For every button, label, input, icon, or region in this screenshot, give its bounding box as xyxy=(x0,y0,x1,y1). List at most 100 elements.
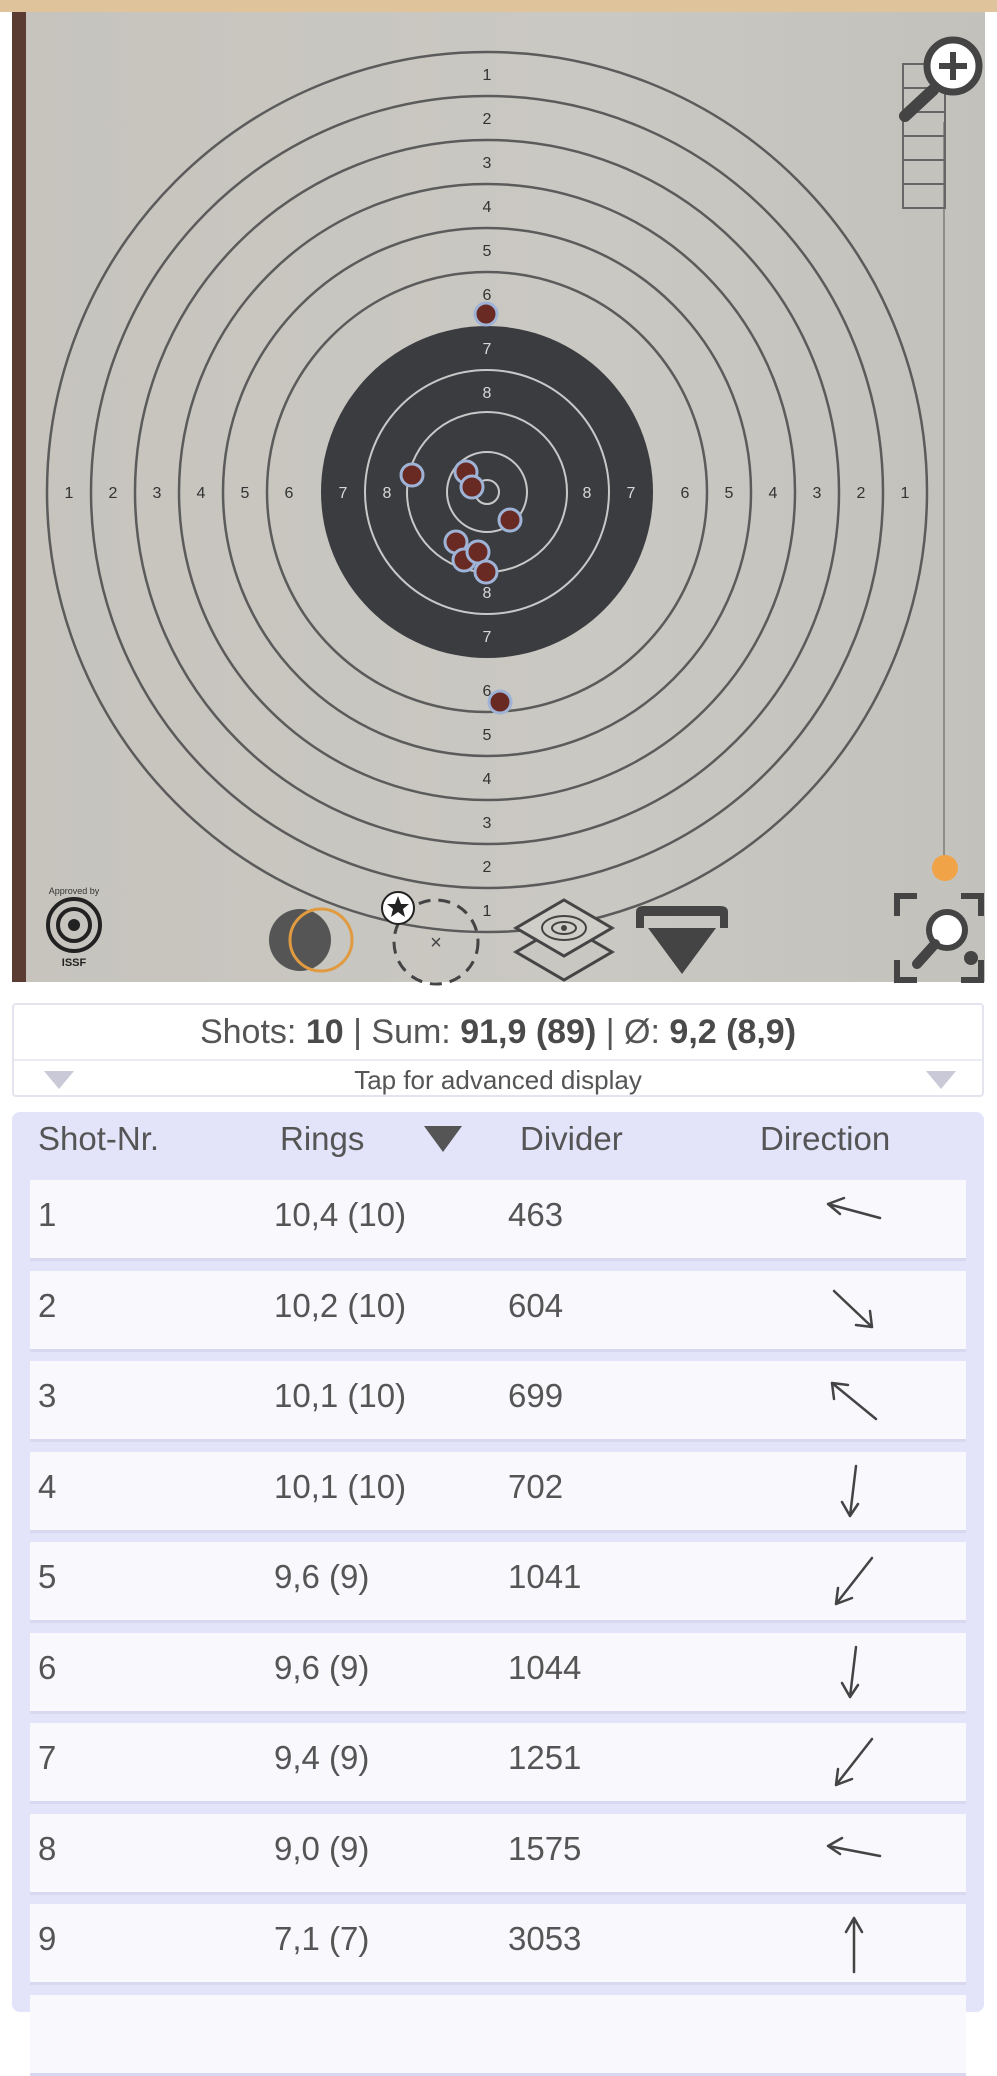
divider-cell: 604 xyxy=(508,1286,564,1324)
ring-number: 1 xyxy=(483,67,492,84)
table-row[interactable]: 1 10,4 (10) 463 xyxy=(30,1180,966,1261)
svg-text:Approved by: Approved by xyxy=(49,886,100,896)
results-summary-panel[interactable]: Shots: 10 | Sum: 91,9 (89) | Ø: 9,2 (8,9… xyxy=(12,1003,984,1097)
ring-number: 7 xyxy=(339,485,348,502)
shot-number-cell: 3 xyxy=(38,1377,57,1414)
rings-cell: 9,0 (9) xyxy=(274,1829,370,1867)
divider-cell: 1575 xyxy=(508,1829,582,1867)
ring-number: 2 xyxy=(109,485,118,502)
header-shot-nr[interactable]: Shot-Nr. xyxy=(38,1120,159,1158)
divider-cell: 1251 xyxy=(508,1739,582,1776)
shot-hole[interactable] xyxy=(473,301,499,327)
table-header: Shot-Nr. Rings Divider Direction xyxy=(12,1112,984,1176)
table-row[interactable]: 3 10,1 (10) 699 xyxy=(30,1361,966,1442)
svg-text:×: × xyxy=(430,932,442,954)
rings-cell: 10,2 (10) xyxy=(274,1286,407,1324)
ring-number: 5 xyxy=(241,485,250,502)
ring-number: 2 xyxy=(483,111,492,128)
ring-number: 7 xyxy=(483,629,492,646)
magnifier-fit-icon[interactable] xyxy=(893,892,985,984)
table-row[interactable] xyxy=(30,1994,966,2076)
shot-hole[interactable] xyxy=(399,462,425,488)
target-photo-area[interactable]: 11112222333344445555666677778888 Approve… xyxy=(0,12,997,986)
divider-cell: 702 xyxy=(508,1467,564,1505)
shot-number-cell: 8 xyxy=(38,1829,57,1867)
shots-table: Shot-Nr. Rings Divider Direction 1 10,4 (… xyxy=(12,1112,984,2076)
table-row[interactable]: 8 9,0 (9) 1575 xyxy=(30,1813,966,1895)
divider-cell: 3053 xyxy=(508,1920,582,1957)
shot-number-cell: 9 xyxy=(38,1920,57,1957)
ring-number: 4 xyxy=(483,771,492,788)
table-row[interactable]: 4 10,1 (10) 702 xyxy=(30,1451,966,1533)
shot-number-cell: 6 xyxy=(38,1648,57,1686)
ring-number: 8 xyxy=(483,585,492,602)
sum-value: 91,9 (89) xyxy=(460,1013,597,1051)
zoom-slider-thumb[interactable] xyxy=(932,855,958,881)
summary-line: Shots: 10 | Sum: 91,9 (89) | Ø: 9,2 (8,9… xyxy=(199,1013,797,1051)
divider-cell: 1044 xyxy=(508,1648,582,1686)
shot-hole[interactable] xyxy=(473,559,499,585)
rings-cell: 10,4 (10) xyxy=(274,1196,407,1233)
direction-arrow-icon xyxy=(840,1464,860,1517)
header-direction[interactable]: Direction xyxy=(760,1120,890,1158)
direction-arrow-icon xyxy=(840,1645,860,1698)
rings-cell: 9,6 (9) xyxy=(274,1558,370,1595)
ring-number: 1 xyxy=(901,485,910,502)
rings-cell: 10,1 (10) xyxy=(274,1377,407,1414)
shot-number-cell: 5 xyxy=(38,1558,57,1595)
ring-number: 2 xyxy=(483,859,492,876)
mark-shot-icon[interactable]: × xyxy=(376,882,486,992)
shooting-target: 111 1222 2333 3444 4555 5666 6777 7888 8 Approve… xyxy=(45,50,929,969)
ring-number: 8 xyxy=(583,485,592,502)
table-row[interactable]: 2 10,2 (10) 604 xyxy=(30,1270,966,1352)
ring-number: 4 xyxy=(483,199,492,216)
rings-cell: 7,1 (7) xyxy=(274,1920,370,1957)
ring-number: 6 xyxy=(285,485,294,502)
direction-arrow-icon xyxy=(826,1836,882,1857)
ring-number: 2 xyxy=(857,485,866,502)
shot-number-cell: 4 xyxy=(38,1467,57,1505)
layers-icon[interactable] xyxy=(512,892,617,992)
ring-number: 8 xyxy=(483,385,492,402)
header-divider[interactable]: Divider xyxy=(520,1120,623,1158)
rings-cell: 9,4 (9) xyxy=(274,1739,370,1776)
magnifier-plus-icon[interactable] xyxy=(895,34,985,219)
dropdown-icon[interactable] xyxy=(632,902,732,984)
target-photo[interactable]: 11112222333344445555666677778888 Approve… xyxy=(12,12,985,982)
shots-count: 10 xyxy=(305,1013,344,1051)
table-row[interactable]: 5 9,6 (9) 1041 xyxy=(30,1542,966,1623)
ring-number: 7 xyxy=(483,341,492,358)
contrast-toggle-icon[interactable] xyxy=(266,900,366,980)
divider-cell: 699 xyxy=(508,1377,564,1414)
rings-cell: 9,6 (9) xyxy=(274,1648,370,1686)
rings-cell: 10,1 (10) xyxy=(274,1467,407,1505)
ring-number: 8 xyxy=(383,485,392,502)
direction-arrow-icon xyxy=(830,1381,878,1421)
table-row[interactable]: 7 9,4 (9) 1251 xyxy=(30,1723,966,1804)
sort-descending-icon[interactable] xyxy=(424,1126,462,1152)
ring-number: 5 xyxy=(483,727,492,744)
direction-arrow-icon xyxy=(826,1196,882,1220)
advanced-display-hint[interactable]: Tap for advanced display xyxy=(14,1065,982,1096)
direction-arrow-icon xyxy=(834,1737,874,1787)
divider-cell: 1041 xyxy=(508,1558,582,1595)
ring-number: 4 xyxy=(197,485,206,502)
shot-number-cell: 1 xyxy=(38,1196,57,1233)
ring-number: 7 xyxy=(627,485,636,502)
average-value: 9,2 (8,9) xyxy=(669,1013,797,1051)
shot-number-cell: 2 xyxy=(38,1286,57,1324)
direction-arrow-icon xyxy=(832,1289,874,1328)
table-row[interactable]: 9 7,1 (7) 3053 xyxy=(30,1904,966,1985)
shot-hole[interactable] xyxy=(487,689,513,715)
shot-hole[interactable] xyxy=(459,474,485,500)
top-accent-bar xyxy=(0,0,997,12)
shot-hole[interactable] xyxy=(497,507,523,533)
header-rings[interactable]: Rings xyxy=(280,1120,364,1158)
table-row[interactable]: 6 9,6 (9) 1044 xyxy=(30,1632,966,1714)
ring-number: 3 xyxy=(813,485,822,502)
direction-arrow-icon xyxy=(834,1556,874,1606)
zoom-slider-track[interactable] xyxy=(943,122,945,867)
svg-text:ISSF: ISSF xyxy=(62,957,87,969)
expand-right-icon[interactable] xyxy=(926,1071,956,1089)
target-black-center xyxy=(321,326,653,658)
